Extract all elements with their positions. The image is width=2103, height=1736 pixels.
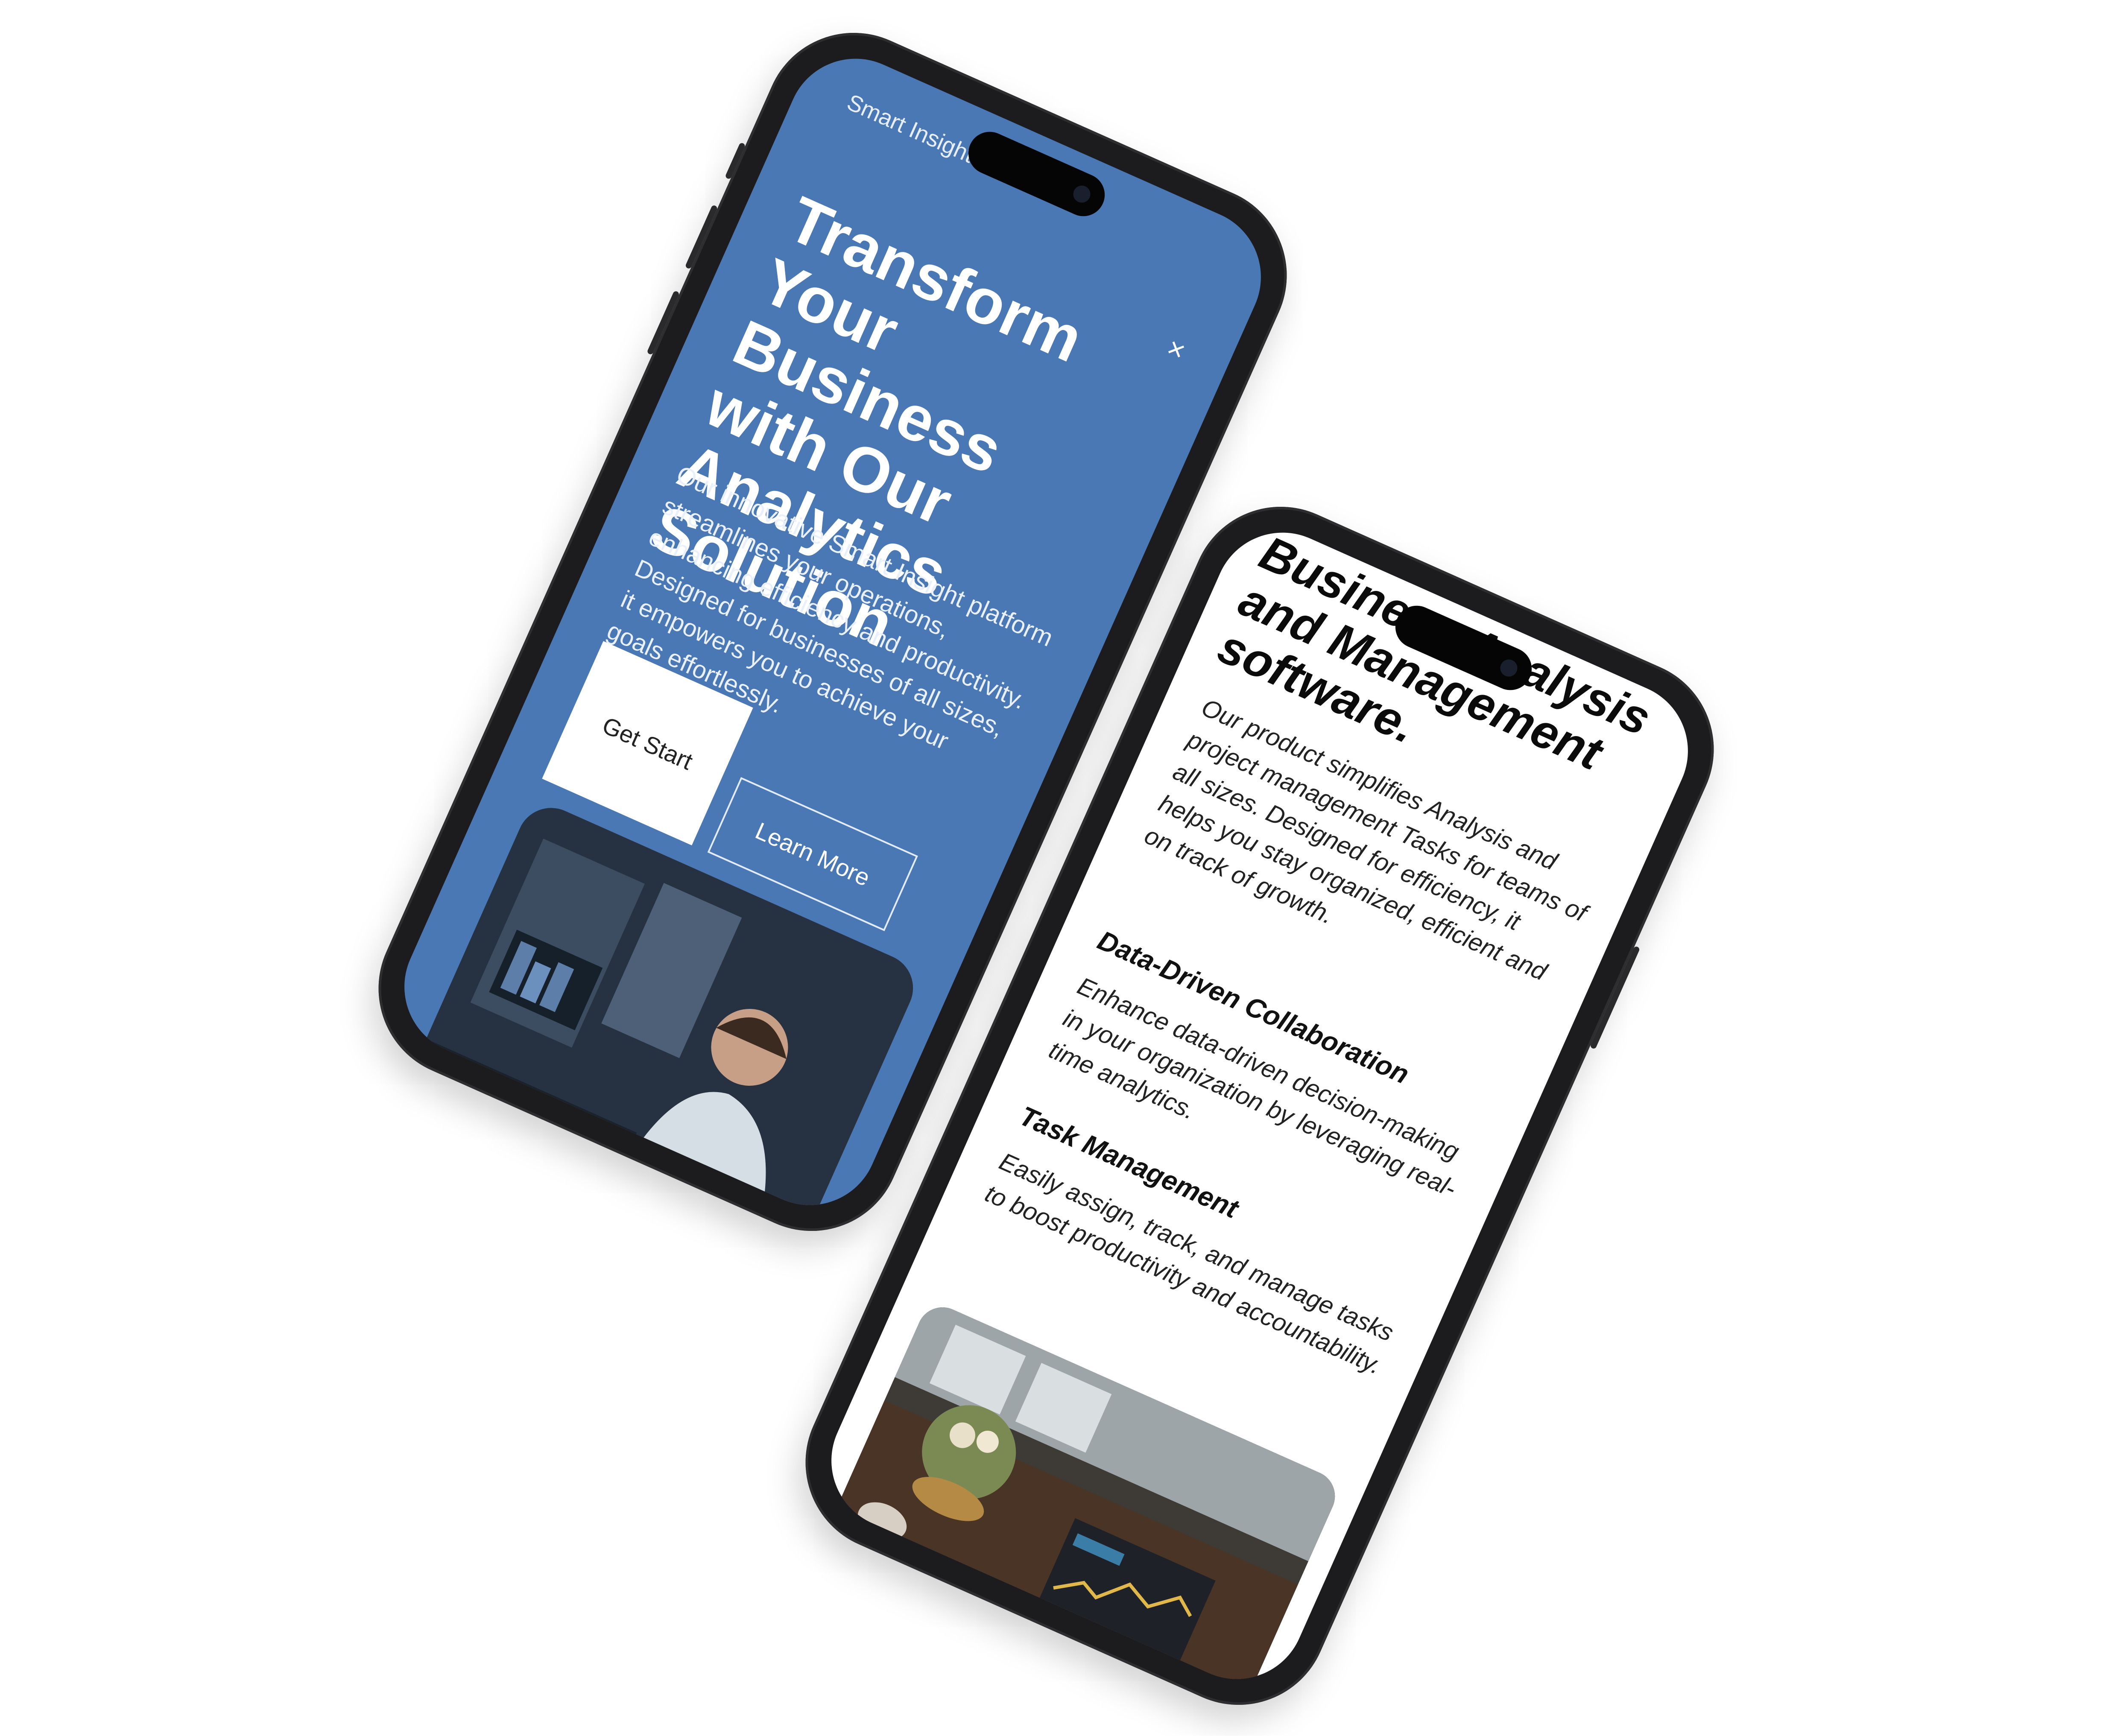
desk-laptop-illustration [816,1299,1343,1701]
camera-icon [1071,183,1093,206]
camera-icon [1498,657,1520,680]
desk-dashboard-image [816,1299,1343,1701]
brand-name: Smart Insight [843,89,978,168]
volume-down-button [646,290,680,355]
action-button [725,142,746,180]
volume-up-button [684,205,718,269]
dynamic-island [961,125,1112,223]
